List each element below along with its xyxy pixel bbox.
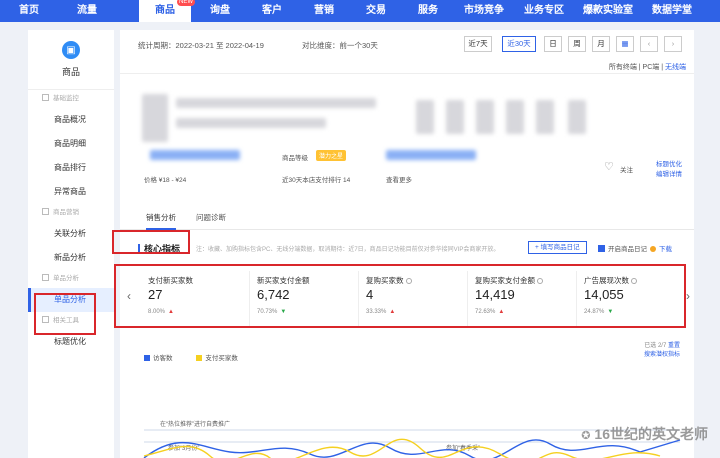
sidebar-group-1: 商品营销 [28, 204, 114, 222]
info-dot-icon [650, 246, 656, 252]
shopping-bag-icon: ▣ [62, 41, 80, 59]
product-image-blurred [142, 94, 168, 142]
annotation-1: 在“热位推荐”进行自费推广 [160, 420, 230, 428]
product-thumb-3-blurred [476, 100, 494, 134]
nav-item-label: 交易 [366, 5, 386, 16]
nav-item-9[interactable]: 业务专区 [516, 0, 572, 22]
checkbox-icon[interactable] [598, 245, 605, 252]
watermark: ✪ 16世纪的英文老师 [581, 426, 708, 442]
sidebar-item-1-0[interactable]: 关联分析 [28, 222, 114, 246]
nav-item-label: 营销 [314, 5, 334, 16]
sidebar: ▣ 商品 基础监控 商品概况 商品明细 商品排行 异常商品 商品营销 关联分析 新品分析 单品分… [28, 30, 114, 458]
favorite-label[interactable]: 关注 [620, 164, 633, 174]
product-thumb-1-blurred [416, 100, 434, 134]
terminal-all[interactable]: 所有终端 [609, 64, 637, 71]
tab-problem-diagnosis[interactable]: 问题诊断 [196, 212, 226, 223]
terminal-pc[interactable]: PC端 [643, 64, 660, 71]
more-link[interactable]: 查看更多 [386, 174, 412, 184]
nav-item-label: 服务 [418, 5, 438, 16]
title-optimize-link[interactable]: 标题优化 [656, 158, 682, 168]
calendar-icon[interactable]: ▦ [616, 36, 634, 52]
chevron-left-icon[interactable]: ‹ [640, 36, 658, 52]
nav-item-11[interactable]: 数据学堂 [644, 0, 700, 22]
heart-icon[interactable]: ♡ [604, 160, 614, 173]
sidebar-header: ▣ 商品 [28, 30, 114, 90]
range-7d-button[interactable]: 近7天 [464, 36, 492, 52]
product-thumb-6-blurred [568, 100, 586, 134]
nav-item-10[interactable]: 爆款实验室 [574, 0, 642, 22]
nav-item-5[interactable]: 营销 [300, 0, 348, 22]
sidebar-item-0-1[interactable]: 商品明细 [28, 132, 114, 156]
nav-item-label: 爆款实验室 [583, 5, 633, 16]
download-link[interactable]: 下载 [659, 246, 672, 253]
product-thumb-4-blurred [506, 100, 524, 134]
nav-item-label: 市场竞争 [464, 5, 504, 16]
main-panel: 统计周期：2022-03-21 至 2022-04-19 对比维度：前一个30天… [120, 30, 694, 458]
terminal-switch: 所有终端 | PC端 | 无线端 [608, 64, 686, 71]
paid-rank: 近30天本店支付排行 14 [282, 177, 351, 184]
nav-item-label: 业务专区 [524, 5, 564, 16]
nav-item-8[interactable]: 市场竞争 [456, 0, 512, 22]
group-icon [42, 94, 49, 101]
tab-sales-analysis[interactable]: 销售分析 [146, 212, 176, 230]
group-icon [42, 208, 49, 215]
nav-item-label: 首页 [19, 5, 39, 16]
nav-item-label: 商品 [155, 5, 175, 16]
nav-item-7[interactable]: 服务 [404, 0, 452, 22]
terminal-wireless[interactable]: 无线端 [665, 64, 686, 71]
nav-item-3[interactable]: 询盘 [196, 0, 244, 22]
product-subtitle-blurred [176, 118, 326, 128]
diary-toggle[interactable]: 开启商品日记 下载 [598, 243, 672, 253]
product-grade-tag: 潜力之星 [316, 150, 347, 161]
new-badge: NEW [177, 0, 195, 6]
stat-period: 统计周期：2022-03-21 至 2022-04-19 [138, 41, 264, 50]
product-grade-label: 商品等级 [282, 155, 308, 162]
nav-item-2[interactable]: 商品 NEW [139, 0, 195, 22]
range-month-button[interactable]: 月 [592, 36, 610, 52]
nav-item-0[interactable]: 首页 [0, 0, 58, 22]
sidebar-group-0: 基础监控 [28, 90, 114, 108]
nav-item-label: 客户 [262, 5, 282, 16]
sidebar-item-1-1[interactable]: 新品分析 [28, 246, 114, 270]
product-thumb-2-blurred [446, 100, 464, 134]
highlight-metrics-row [114, 264, 686, 328]
annotation-3: 参加“春季采” [446, 444, 480, 452]
product-title-blurred [176, 98, 376, 108]
chevron-right-icon[interactable]: › [664, 36, 682, 52]
sidebar-item-0-2[interactable]: 商品排行 [28, 156, 114, 180]
nav-item-6[interactable]: 交易 [352, 0, 400, 22]
group-icon [42, 274, 49, 281]
highlight-core-metrics [112, 230, 190, 254]
wechat-icon: ✪ [581, 430, 591, 442]
filter-bar: 统计周期：2022-03-21 至 2022-04-19 对比维度：前一个30天… [120, 30, 694, 74]
sidebar-item-0-0[interactable]: 商品概况 [28, 108, 114, 132]
range-30d-button[interactable]: 近30天 [502, 36, 536, 52]
compare-dimension[interactable]: 对比维度：前一个30天 [302, 40, 378, 51]
sidebar-item-0-3[interactable]: 异常商品 [28, 180, 114, 204]
highlight-single-product [34, 293, 96, 335]
top-nav: 首页 流量 商品 NEW 询盘 客户 营销 交易 服务 市场竞争 业务专区 爆款实验室 数据学堂 [0, 0, 720, 22]
core-metrics-note: 注：收藏、加购指标包含PC、无线分端数据，取消期待：近7日，商品日记功能目前仅对… [196, 247, 500, 253]
analysis-tabs: 销售分析 问题诊断 [120, 208, 694, 230]
nav-item-label: 数据学堂 [652, 5, 692, 16]
product-link-blurred [150, 150, 240, 160]
product-price: 价格 ¥18 - ¥24 [144, 177, 187, 184]
add-diary-button[interactable]: + 填写商品日记 [528, 241, 587, 254]
nav-item-label: 询盘 [210, 5, 230, 16]
nav-item-label: 流量 [77, 5, 97, 16]
edit-detail-link[interactable]: 编辑详情 [656, 168, 682, 178]
sidebar-group-2: 单品分析 [28, 270, 114, 288]
nav-item-4[interactable]: 客户 [248, 0, 296, 22]
nav-item-1[interactable]: 流量 [58, 0, 116, 22]
chevron-right-icon[interactable]: › [686, 289, 690, 303]
sidebar-title: 商品 [61, 67, 80, 77]
range-week-button[interactable]: 周 [568, 36, 586, 52]
range-day-button[interactable]: 日 [544, 36, 562, 52]
product-thumb-5-blurred [536, 100, 554, 134]
shop-link-blurred [386, 150, 476, 160]
